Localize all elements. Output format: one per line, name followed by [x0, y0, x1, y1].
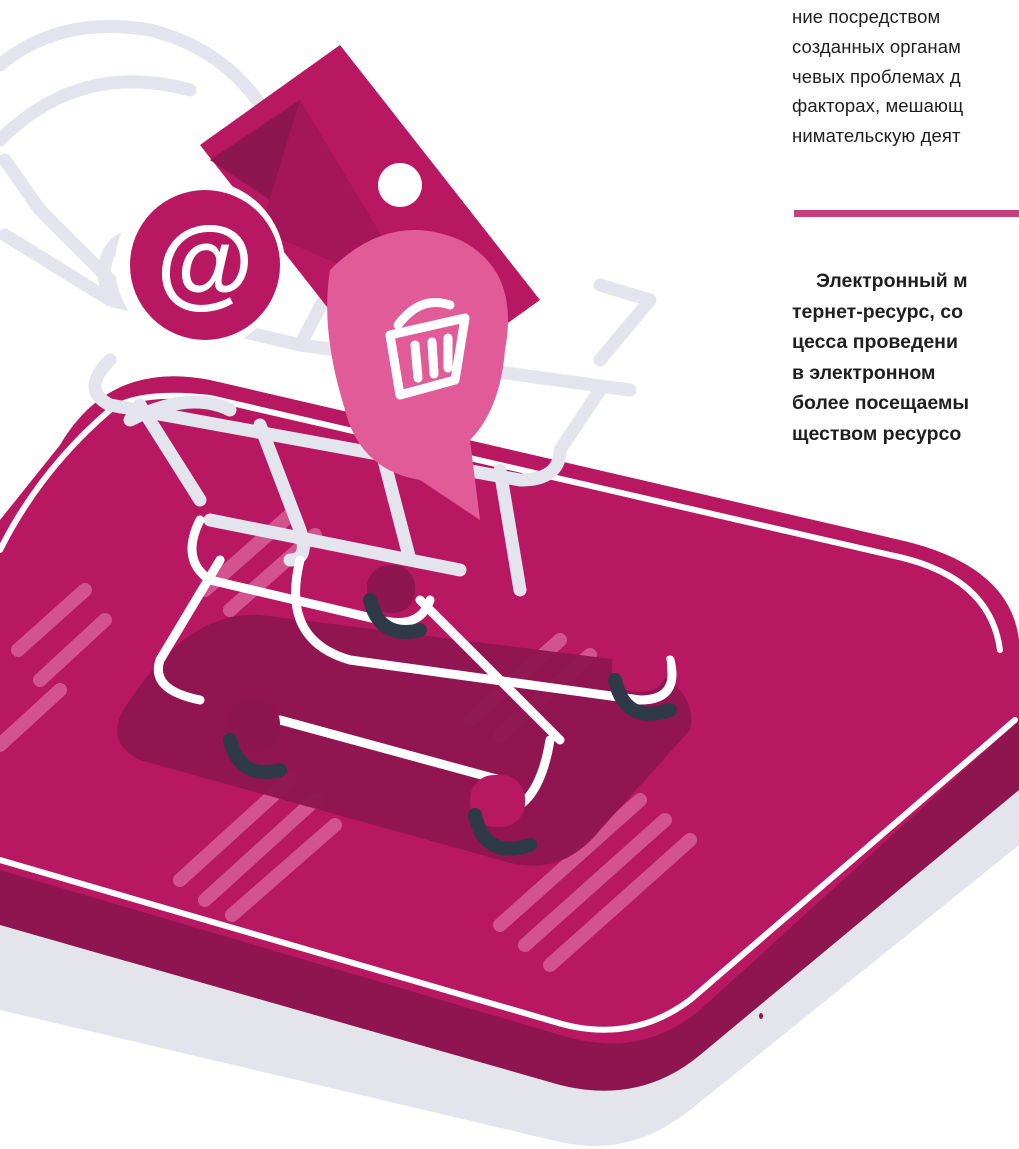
paragraph-line: нимательскую деят — [792, 125, 961, 147]
paragraph-line: более посещаемы — [792, 392, 970, 415]
paragraph-line: в электронном — [792, 361, 936, 384]
paragraph-line: цесса проведени — [792, 331, 958, 354]
paragraph-line: факторах, мешающ — [792, 95, 964, 117]
top-paragraph: ние посредством созданных органам чевых … — [792, 2, 1019, 151]
bold-paragraph: Электронный м тернет-ресурс, со цесса пр… — [792, 266, 1019, 450]
paragraph-line: ние посредством — [792, 6, 941, 27]
phone-button — [759, 1013, 763, 1019]
paragraph-line: созданных органам — [792, 35, 961, 57]
at-sign-icon: @ — [115, 180, 285, 350]
svg-text:@: @ — [156, 206, 254, 318]
paragraph-line: ществом ресурсо — [792, 422, 962, 445]
paragraph-line: тернет-ресурс, со — [792, 300, 963, 323]
paragraph-line: чевых проблемах д — [792, 65, 961, 87]
paragraph-line: Электронный м — [816, 270, 968, 292]
shopping-illustration: @ — [0, 20, 1019, 1146]
section-divider — [794, 210, 1019, 217]
